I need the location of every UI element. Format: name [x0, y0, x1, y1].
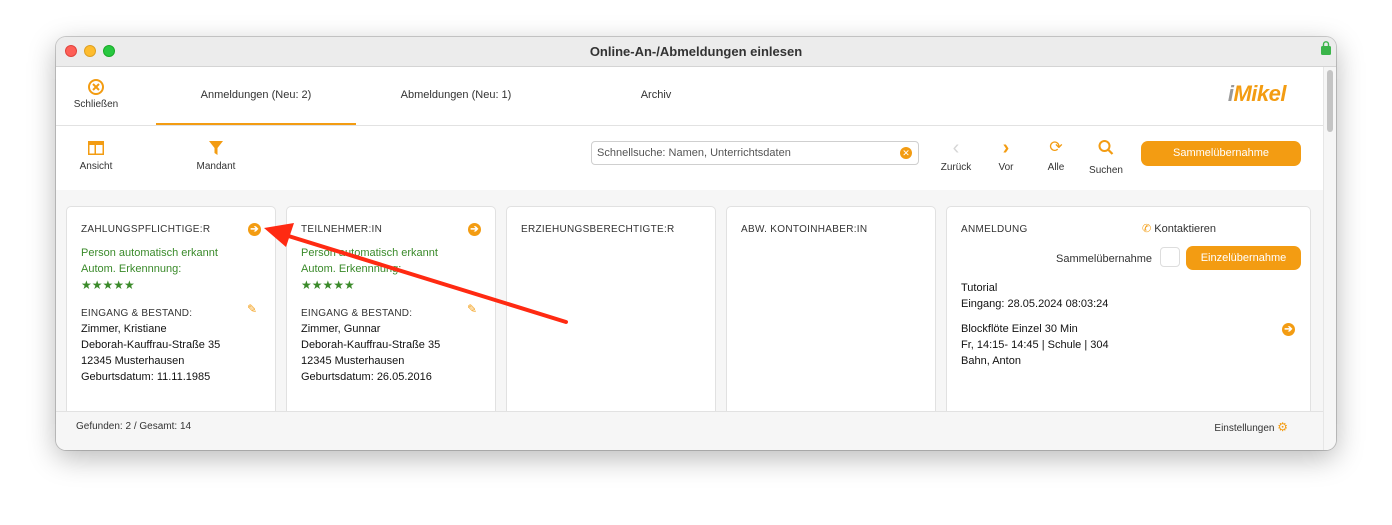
forward-button[interactable]: › Vor	[986, 138, 1026, 173]
status-bar: Gefunden: 2 / Gesamt: 14 Einstellungen ⚙	[56, 411, 1324, 450]
auto-detected-text: Person automatisch erkannt	[81, 247, 218, 259]
all-label: Alle	[1047, 162, 1065, 173]
rating-stars: ★★★★★	[81, 278, 135, 292]
settings-button[interactable]: Einstellungen ⚙	[1214, 420, 1288, 434]
person-name: Zimmer, Gunnar	[301, 323, 381, 335]
quick-search[interactable]: ✕	[591, 141, 919, 165]
person-street: Deborah-Kauffrau-Straße 35	[301, 339, 441, 351]
course-teacher: Bahn, Anton	[961, 355, 1021, 367]
person-city: 12345 Musterhausen	[301, 355, 405, 367]
all-button[interactable]: ⟳ Alle	[1036, 138, 1076, 173]
lock-icon	[1321, 41, 1331, 55]
address-block: Zimmer, Gunnar Deborah-Kauffrau-Straße 3…	[301, 321, 440, 385]
participant-card: TEILNEHMER:IN ➔ Person automatisch erkan…	[286, 206, 496, 411]
person-birthdate: Geburtsdatum: 11.11.1985	[81, 371, 211, 383]
address-block: Zimmer, Kristiane Deborah-Kauffrau-Straß…	[81, 321, 220, 385]
app-window: Online-An-/Abmeldungen einlesen Schließe…	[56, 37, 1336, 450]
registration-received: Eingang: 28.05.2024 08:03:24	[961, 298, 1109, 310]
bulk-label: Sammelübernahme	[1056, 253, 1152, 265]
chevron-left-icon: ‹	[952, 137, 960, 159]
window-title: Online-An-/Abmeldungen einlesen	[589, 44, 803, 59]
registration-info: Tutorial Eingang: 28.05.2024 08:03:24	[961, 280, 1108, 312]
close-button[interactable]: Schließen	[66, 79, 126, 110]
action-toolbar: Ansicht Mandant ✕ ‹ Zurück › Vor ⟳ Alle	[56, 126, 1324, 190]
tab-archive[interactable]: Archiv	[556, 67, 756, 124]
pencil-icon[interactable]: ✎	[247, 302, 257, 316]
participant-header: TEILNEHMER:IN	[301, 224, 383, 235]
back-button[interactable]: ‹ Zurück	[936, 138, 976, 173]
search-button[interactable]: Suchen	[1086, 138, 1126, 176]
clear-search-icon[interactable]: ✕	[900, 147, 912, 159]
contact-label: Kontaktieren	[1154, 223, 1217, 235]
guardian-header: ERZIEHUNGSBERECHTIGTE:R	[521, 224, 675, 235]
person-street: Deborah-Kauffrau-Straße 35	[81, 339, 221, 351]
auto-detection-label: Autom. Erkennnung:	[81, 263, 182, 275]
client-button[interactable]: Mandant	[186, 140, 246, 172]
tab-registrations[interactable]: Anmeldungen (Neu: 2)	[156, 67, 356, 125]
contact-button[interactable]: ✆ Kontaktieren	[1142, 222, 1216, 235]
guardian-card: ERZIEHUNGSBERECHTIGTE:R	[506, 206, 716, 411]
course-info: Blockflöte Einzel 30 Min Fr, 14:15- 14:4…	[961, 321, 1109, 369]
close-circle-icon	[88, 79, 104, 95]
back-label: Zurück	[940, 162, 972, 173]
phone-icon: ✆	[1142, 223, 1152, 235]
arrow-right-circle-icon[interactable]: ➔	[248, 223, 261, 236]
view-label: Ansicht	[79, 161, 113, 172]
imikel-logo: iMikel	[1227, 81, 1287, 106]
forward-label: Vor	[998, 162, 1014, 173]
registration-header: ANMELDUNG	[961, 224, 1028, 235]
course-name: Blockflöte Einzel 30 Min	[961, 323, 1078, 335]
bulk-transfer-button[interactable]: Sammelübernahme	[1141, 141, 1301, 166]
payer-card: ZAHLUNGSPFLICHTIGE:R ➔ Person automatisc…	[66, 206, 276, 411]
registration-type: Tutorial	[961, 282, 998, 294]
client-label: Mandant	[196, 161, 236, 172]
payer-header: ZAHLUNGSPFLICHTIGE:R	[81, 224, 211, 235]
auto-detected-text: Person automatisch erkannt	[301, 247, 438, 259]
person-birthdate: Geburtsdatum: 26.05.2016	[301, 371, 432, 383]
search-icon	[1098, 140, 1114, 155]
layout-icon	[88, 141, 104, 155]
result-count: Gefunden: 2 / Gesamt: 14	[76, 421, 192, 432]
account-holder-header: ABW. KONTOINHABER:IN	[741, 224, 868, 235]
account-holder-card: ABW. KONTOINHABER:IN	[726, 206, 936, 411]
scrollbar-thumb[interactable]	[1327, 70, 1333, 132]
section-label: EINGANG & BESTAND:	[301, 308, 413, 319]
person-name: Zimmer, Kristiane	[81, 323, 167, 335]
tab-deregistrations[interactable]: Abmeldungen (Neu: 1)	[356, 67, 556, 124]
pencil-icon[interactable]: ✎	[467, 302, 477, 316]
close-label: Schließen	[73, 99, 119, 110]
auto-detection-label: Autom. Erkennnung:	[301, 263, 402, 275]
gear-icon: ⚙	[1277, 420, 1288, 434]
settings-label: Einstellungen	[1214, 423, 1275, 434]
search-label: Suchen	[1089, 165, 1123, 176]
filter-icon	[209, 141, 223, 155]
registration-card: ANMELDUNG ✆ Kontaktieren Sammelübernahme…	[946, 206, 1311, 411]
section-label: EINGANG & BESTAND:	[81, 308, 193, 319]
search-input[interactable]	[597, 146, 887, 160]
course-schedule: Fr, 14:15- 14:45 | Schule | 304	[961, 339, 1109, 351]
bulk-checkbox[interactable]	[1160, 247, 1180, 267]
arrow-right-circle-icon[interactable]: ➔	[468, 223, 481, 236]
view-button[interactable]: Ansicht	[66, 140, 126, 172]
rating-stars: ★★★★★	[301, 278, 355, 292]
cards-area: ZAHLUNGSPFLICHTIGE:R ➔ Person automatisc…	[56, 190, 1324, 411]
arrow-right-circle-icon[interactable]: ➔	[1282, 323, 1295, 336]
vertical-scrollbar[interactable]	[1323, 67, 1336, 450]
single-transfer-button[interactable]: Einzelübernahme	[1186, 246, 1301, 270]
title-bar: Online-An-/Abmeldungen einlesen	[56, 37, 1336, 67]
main-toolbar: Schließen Anmeldungen (Neu: 2) Abmeldung…	[56, 67, 1324, 126]
chevron-right-icon: ›	[1002, 137, 1010, 159]
refresh-icon: ⟳	[1049, 139, 1063, 156]
person-city: 12345 Musterhausen	[81, 355, 185, 367]
